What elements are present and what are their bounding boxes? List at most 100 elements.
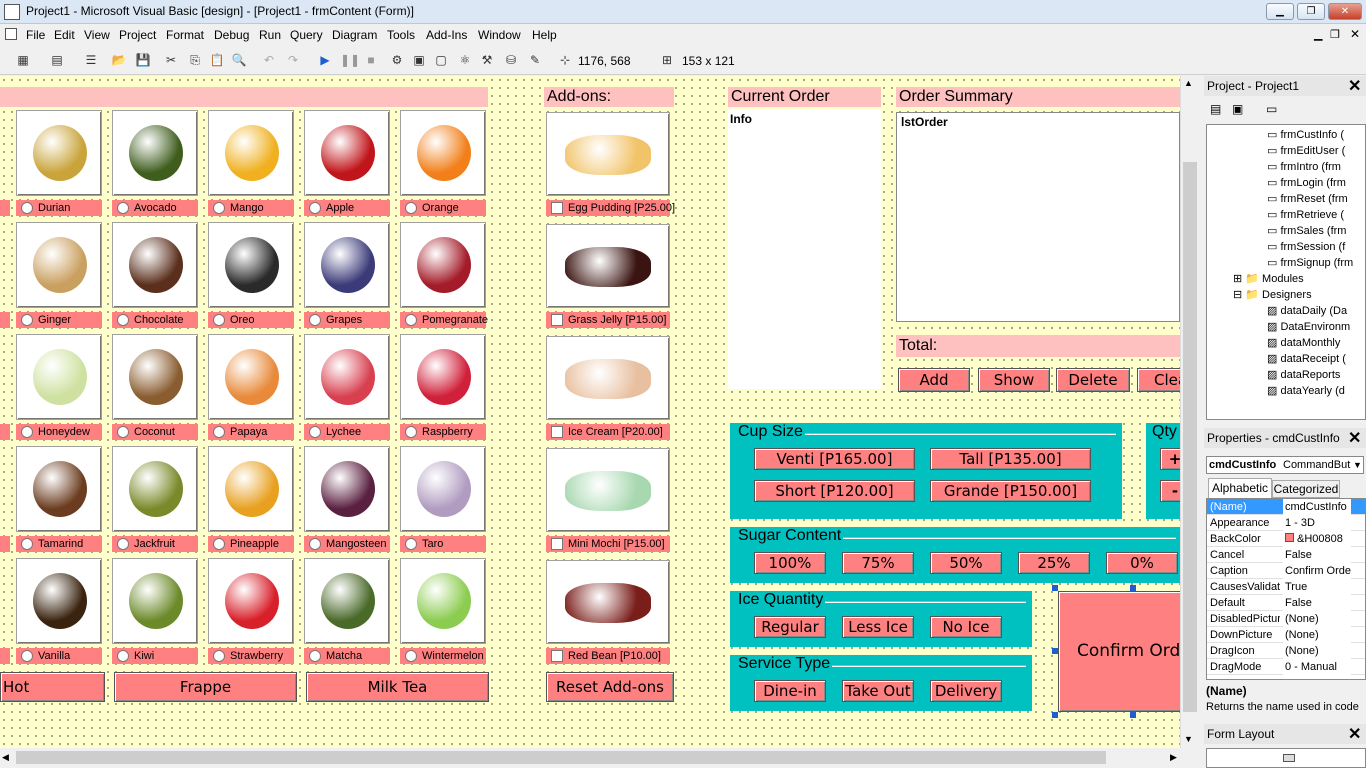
property-grid[interactable]: (Name) cmdCustInfo Appearance 1 - 3D BackCol… [1206,498,1366,680]
property-row[interactable]: Appearance 1 - 3D [1207,515,1365,531]
scroll-down-icon[interactable]: ▼ [1184,734,1193,744]
radio-button[interactable] [213,426,225,438]
flavor-option[interactable]: Wintermelon [400,648,486,664]
scroll-right-icon[interactable]: ▶ [1170,752,1177,763]
scroll-thumb[interactable] [1183,162,1197,712]
collapse-icon[interactable]: ⊟ [1233,289,1245,301]
radio-button[interactable] [405,426,417,438]
close-icon[interactable]: ✕ [1348,724,1361,744]
property-value-cell[interactable]: &H00808 [1283,531,1351,547]
reset-addons-button[interactable]: Reset Add-ons [546,672,674,702]
radio-button[interactable] [405,314,417,326]
sugar-0-button[interactable]: 0% [1106,552,1178,574]
form-layout-view[interactable] [1206,748,1366,768]
flavor-option[interactable]: Honeydew [16,424,102,440]
checkbox[interactable] [551,538,563,550]
flavor-option-partial[interactable] [0,200,10,216]
add-button[interactable]: Add [898,368,970,392]
addon-option[interactable]: Grass Jelly [P15.00] [546,312,670,328]
clear-button[interactable]: Clear [1137,368,1180,392]
flavor-option[interactable]: Apple [304,200,390,216]
menu-addins[interactable]: Add-Ins [426,28,467,42]
sugar-25-button[interactable]: 25% [1018,552,1090,574]
cut-icon[interactable]: ✂ [162,51,180,69]
close-button[interactable]: ✕ [1328,3,1362,20]
tab-alphabetic[interactable]: Alphabetic [1208,478,1272,498]
flavor-option[interactable]: Mangosteen [304,536,390,552]
radio-button[interactable] [117,314,129,326]
flavor-option-partial[interactable] [0,536,10,552]
milk-tea-button[interactable]: Milk Tea [306,672,489,702]
radio-button[interactable] [213,202,225,214]
menu-run[interactable]: Run [259,28,281,42]
addon-option[interactable]: Ice Cream [P20.00] [546,424,670,440]
property-row[interactable]: DisabledPictur (None) [1207,611,1365,627]
form-layout-icon[interactable]: ▢ [432,51,450,69]
property-row[interactable]: CausesValidat True [1207,579,1365,595]
redo-icon[interactable]: ↷ [284,51,302,69]
take-out-button[interactable]: Take Out [842,680,914,702]
flavor-option[interactable]: Raspberry [400,424,486,440]
checkbox[interactable] [551,314,563,326]
flavor-option[interactable]: Chocolate [112,312,198,328]
property-value[interactable]: True [1283,579,1351,595]
checkbox[interactable] [551,426,563,438]
property-row[interactable]: Default False [1207,595,1365,611]
menu-view[interactable]: View [84,28,110,42]
add-project-icon[interactable]: ▦ [14,51,32,69]
tree-item-designer[interactable]: ▨ dataReports [1267,367,1340,383]
flavor-option[interactable]: Durian [16,200,102,216]
project-explorer-icon[interactable]: ⚙ [388,51,406,69]
radio-button[interactable] [21,202,33,214]
pause-icon[interactable]: ❚❚ [340,51,360,69]
property-value[interactable]: (None) [1283,611,1351,627]
tree-item-form[interactable]: ▭ frmSession (f [1267,239,1345,255]
flavor-option[interactable]: Pineapple [208,536,294,552]
radio-button[interactable] [309,314,321,326]
tree-item-form[interactable]: ▭ frmSignup (frm [1267,255,1353,271]
tree-item-designer[interactable]: ▨ dataYearly (d [1267,383,1345,399]
menu-debug[interactable]: Debug [214,28,249,42]
radio-button[interactable] [21,538,33,550]
properties-window-icon[interactable]: ▣ [410,51,428,69]
property-value[interactable]: Confirm Orde [1283,563,1351,579]
property-row[interactable]: BackColor &H00808 [1207,531,1365,547]
flavor-option[interactable]: Ginger [16,312,102,328]
venti-button[interactable]: Venti [P165.00] [754,448,915,470]
radio-button[interactable] [21,650,33,662]
property-value[interactable]: (None) [1283,643,1351,659]
radio-button[interactable] [213,650,225,662]
flavor-option[interactable]: Papaya [208,424,294,440]
radio-button[interactable] [405,650,417,662]
radio-button[interactable] [21,426,33,438]
property-row[interactable]: Cancel False [1207,547,1365,563]
radio-button[interactable] [117,426,129,438]
radio-button[interactable] [117,202,129,214]
show-button[interactable]: Show [978,368,1050,392]
paste-icon[interactable]: 📋 [208,51,226,69]
maximize-button[interactable]: ❐ [1297,3,1325,20]
flavor-option[interactable]: Coconut [112,424,198,440]
tree-item-form[interactable]: ▭ frmCustInfo ( [1267,127,1344,143]
object-selector[interactable]: cmdCustInfo CommandBut ▼ [1206,456,1364,474]
tree-item-designer[interactable]: ▨ DataEnvironm [1267,319,1350,335]
mdi-close-button[interactable]: ✕ [1350,27,1360,41]
toolbox-icon[interactable]: ⚒ [478,51,496,69]
menu-project[interactable]: Project [119,28,156,42]
run-icon[interactable]: ▶ [316,51,334,69]
open-folder-icon[interactable]: 📂 [110,51,128,69]
property-value[interactable]: False [1283,595,1351,611]
confirm-order-button[interactable]: Confirm Order [1058,591,1180,712]
tree-folder[interactable]: ⊞ 📁 Modules [1233,271,1304,287]
flavor-option-partial[interactable] [0,312,10,328]
sugar-100-button[interactable]: 100% [754,552,826,574]
property-row[interactable]: DragIcon (None) [1207,643,1365,659]
addon-option[interactable]: Red Bean [P10.00] [546,648,670,664]
qty-minus-button[interactable]: - [1160,480,1180,502]
tree-item-form[interactable]: ▭ frmLogin (frm [1267,175,1346,191]
close-icon[interactable]: ✕ [1348,76,1361,96]
tab-categorized[interactable]: Categorized [1272,480,1340,498]
flavor-option[interactable]: Avocado [112,200,198,216]
copy-icon[interactable]: ⎘ [186,51,204,69]
tree-item-designer[interactable]: ▨ dataDaily (Da [1267,303,1347,319]
